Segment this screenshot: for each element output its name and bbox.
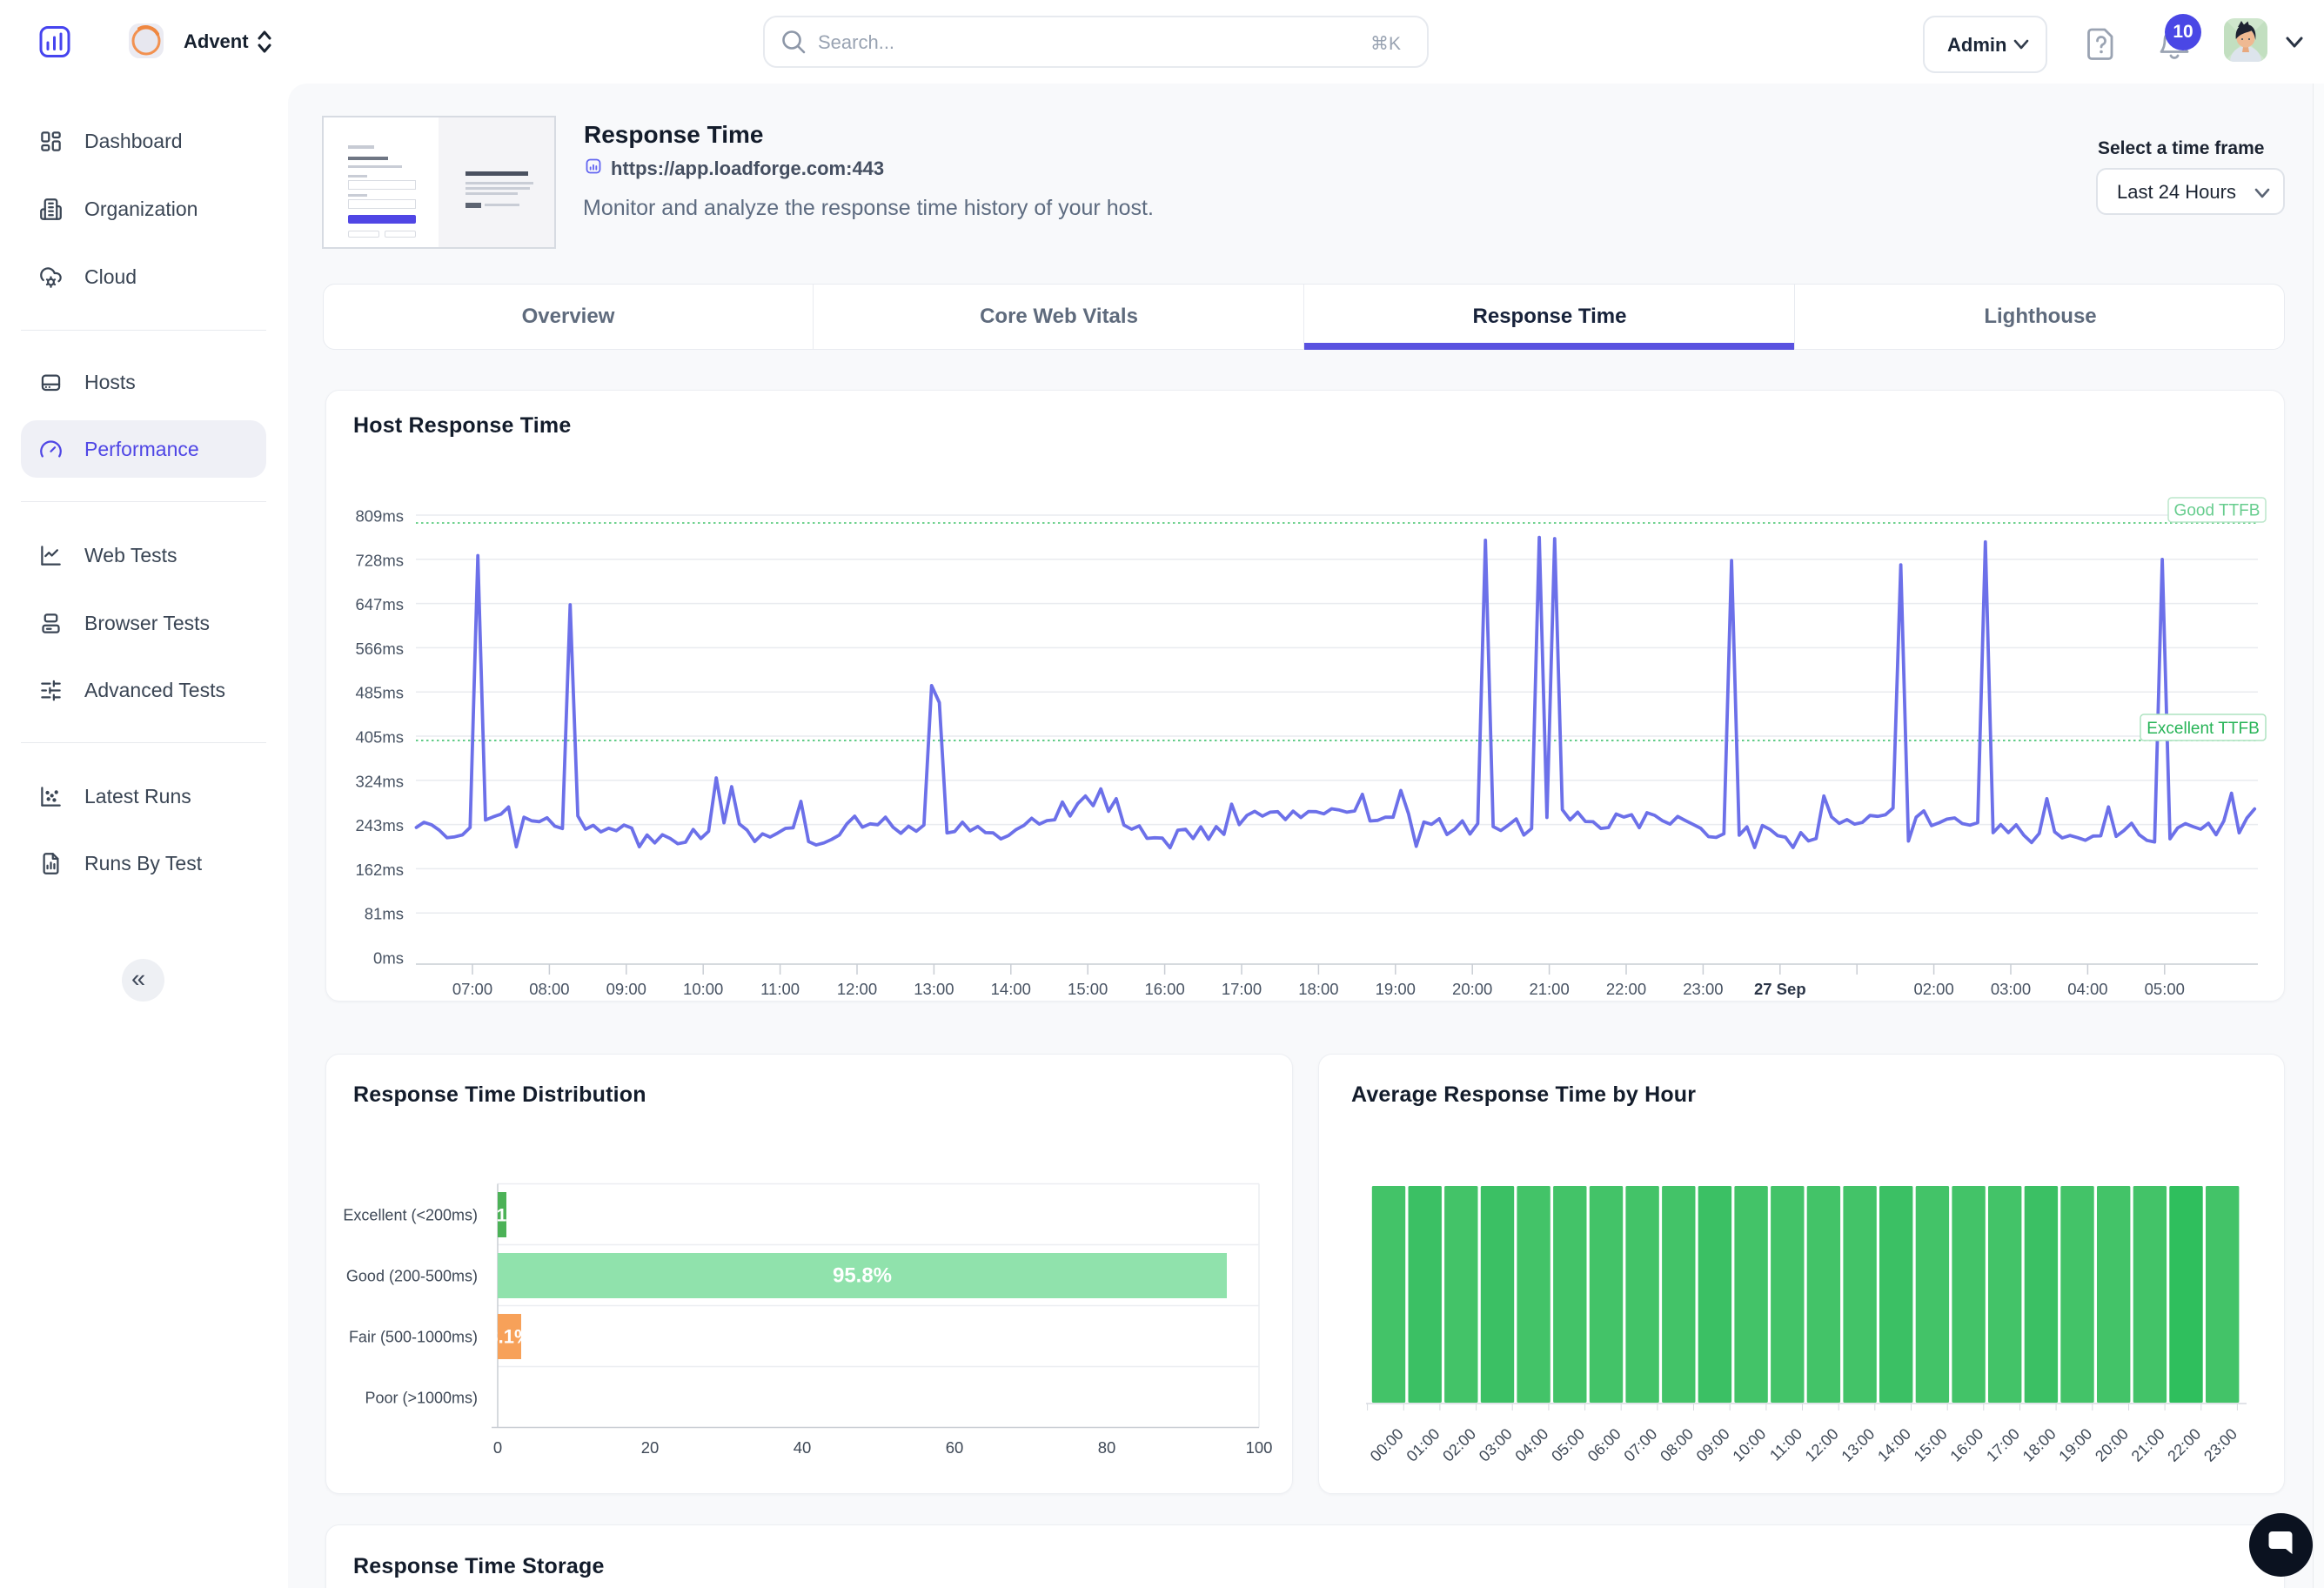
svg-text:07:00: 07:00 — [1620, 1425, 1660, 1465]
svg-text:Good TTFB: Good TTFB — [2174, 502, 2260, 520]
svg-text:02:00: 02:00 — [1913, 980, 1953, 998]
svg-text:17:00: 17:00 — [1222, 980, 1262, 998]
svg-text:19:00: 19:00 — [2055, 1425, 2095, 1465]
svg-text:20:00: 20:00 — [1452, 980, 1492, 998]
svg-text:18:00: 18:00 — [2019, 1425, 2059, 1465]
svg-text:1.1%: 1.1% — [481, 1206, 523, 1226]
svg-text:06:00: 06:00 — [1584, 1425, 1624, 1465]
svg-text:09:00: 09:00 — [1693, 1425, 1733, 1465]
svg-text:95.8%: 95.8% — [833, 1264, 892, 1288]
svg-text:15:00: 15:00 — [1911, 1425, 1951, 1465]
svg-text:Fair (500-1000ms): Fair (500-1000ms) — [349, 1329, 478, 1346]
svg-text:13:00: 13:00 — [914, 980, 954, 998]
svg-text:162ms: 162ms — [355, 861, 404, 879]
svg-text:03:00: 03:00 — [1476, 1425, 1516, 1465]
svg-text:04:00: 04:00 — [2067, 980, 2107, 998]
svg-text:0ms: 0ms — [373, 949, 404, 968]
svg-text:01:00: 01:00 — [1403, 1425, 1443, 1465]
svg-text:243ms: 243ms — [355, 816, 404, 834]
svg-text:10:00: 10:00 — [683, 980, 723, 998]
svg-text:20:00: 20:00 — [2092, 1425, 2132, 1465]
svg-text:17:00: 17:00 — [1983, 1425, 2023, 1465]
svg-text:809ms: 809ms — [355, 507, 404, 526]
svg-text:15:00: 15:00 — [1068, 980, 1108, 998]
svg-text:100: 100 — [1246, 1438, 1273, 1457]
svg-text:566ms: 566ms — [355, 640, 404, 658]
svg-text:05:00: 05:00 — [1548, 1425, 1588, 1465]
svg-text:22:00: 22:00 — [1606, 980, 1646, 998]
svg-text:19:00: 19:00 — [1376, 980, 1416, 998]
svg-text:81ms: 81ms — [365, 905, 404, 923]
svg-text:324ms: 324ms — [355, 772, 404, 790]
svg-text:Excellent (<200ms): Excellent (<200ms) — [343, 1207, 478, 1224]
svg-text:04:00: 04:00 — [1511, 1425, 1551, 1465]
svg-text:23:00: 23:00 — [1683, 980, 1723, 998]
svg-text:08:00: 08:00 — [529, 980, 569, 998]
svg-text:16:00: 16:00 — [1946, 1425, 1986, 1465]
svg-text:18:00: 18:00 — [1298, 980, 1338, 998]
svg-text:16:00: 16:00 — [1144, 980, 1184, 998]
svg-text:23:00: 23:00 — [2200, 1425, 2240, 1465]
svg-text:14:00: 14:00 — [991, 980, 1031, 998]
svg-text:21:00: 21:00 — [1529, 980, 1569, 998]
svg-text:80: 80 — [1098, 1438, 1116, 1457]
svg-text:10:00: 10:00 — [1729, 1425, 1769, 1465]
svg-text:60: 60 — [946, 1438, 964, 1457]
svg-text:07:00: 07:00 — [452, 980, 492, 998]
svg-text:11:00: 11:00 — [1766, 1425, 1805, 1464]
svg-text:647ms: 647ms — [355, 595, 404, 613]
svg-text:08:00: 08:00 — [1657, 1425, 1697, 1465]
svg-text:485ms: 485ms — [355, 684, 404, 702]
svg-text:Poor (>1000ms): Poor (>1000ms) — [365, 1390, 478, 1407]
svg-text:12:00: 12:00 — [837, 980, 877, 998]
svg-text:02:00: 02:00 — [1439, 1425, 1479, 1465]
svg-text:12:00: 12:00 — [1802, 1425, 1842, 1465]
svg-text:03:00: 03:00 — [1991, 980, 2031, 998]
svg-text:405ms: 405ms — [355, 728, 404, 747]
svg-text:00:00: 00:00 — [1367, 1425, 1407, 1465]
svg-text:09:00: 09:00 — [606, 980, 646, 998]
svg-text:20: 20 — [641, 1438, 660, 1457]
svg-text:0: 0 — [493, 1438, 502, 1457]
svg-text:728ms: 728ms — [355, 551, 404, 569]
svg-text:40: 40 — [794, 1438, 812, 1457]
svg-text:Excellent TTFB: Excellent TTFB — [2147, 720, 2260, 738]
svg-text:05:00: 05:00 — [2145, 980, 2185, 998]
svg-text:21:00: 21:00 — [2128, 1425, 2168, 1465]
svg-text:22:00: 22:00 — [2164, 1425, 2204, 1465]
svg-text:13:00: 13:00 — [1838, 1425, 1878, 1465]
svg-text:14:00: 14:00 — [1874, 1425, 1914, 1465]
svg-text:Good (200-500ms): Good (200-500ms) — [346, 1268, 478, 1285]
svg-text:11:00: 11:00 — [760, 980, 800, 998]
svg-text:3.1%: 3.1% — [487, 1326, 531, 1348]
svg-text:27 Sep: 27 Sep — [1754, 980, 1806, 998]
